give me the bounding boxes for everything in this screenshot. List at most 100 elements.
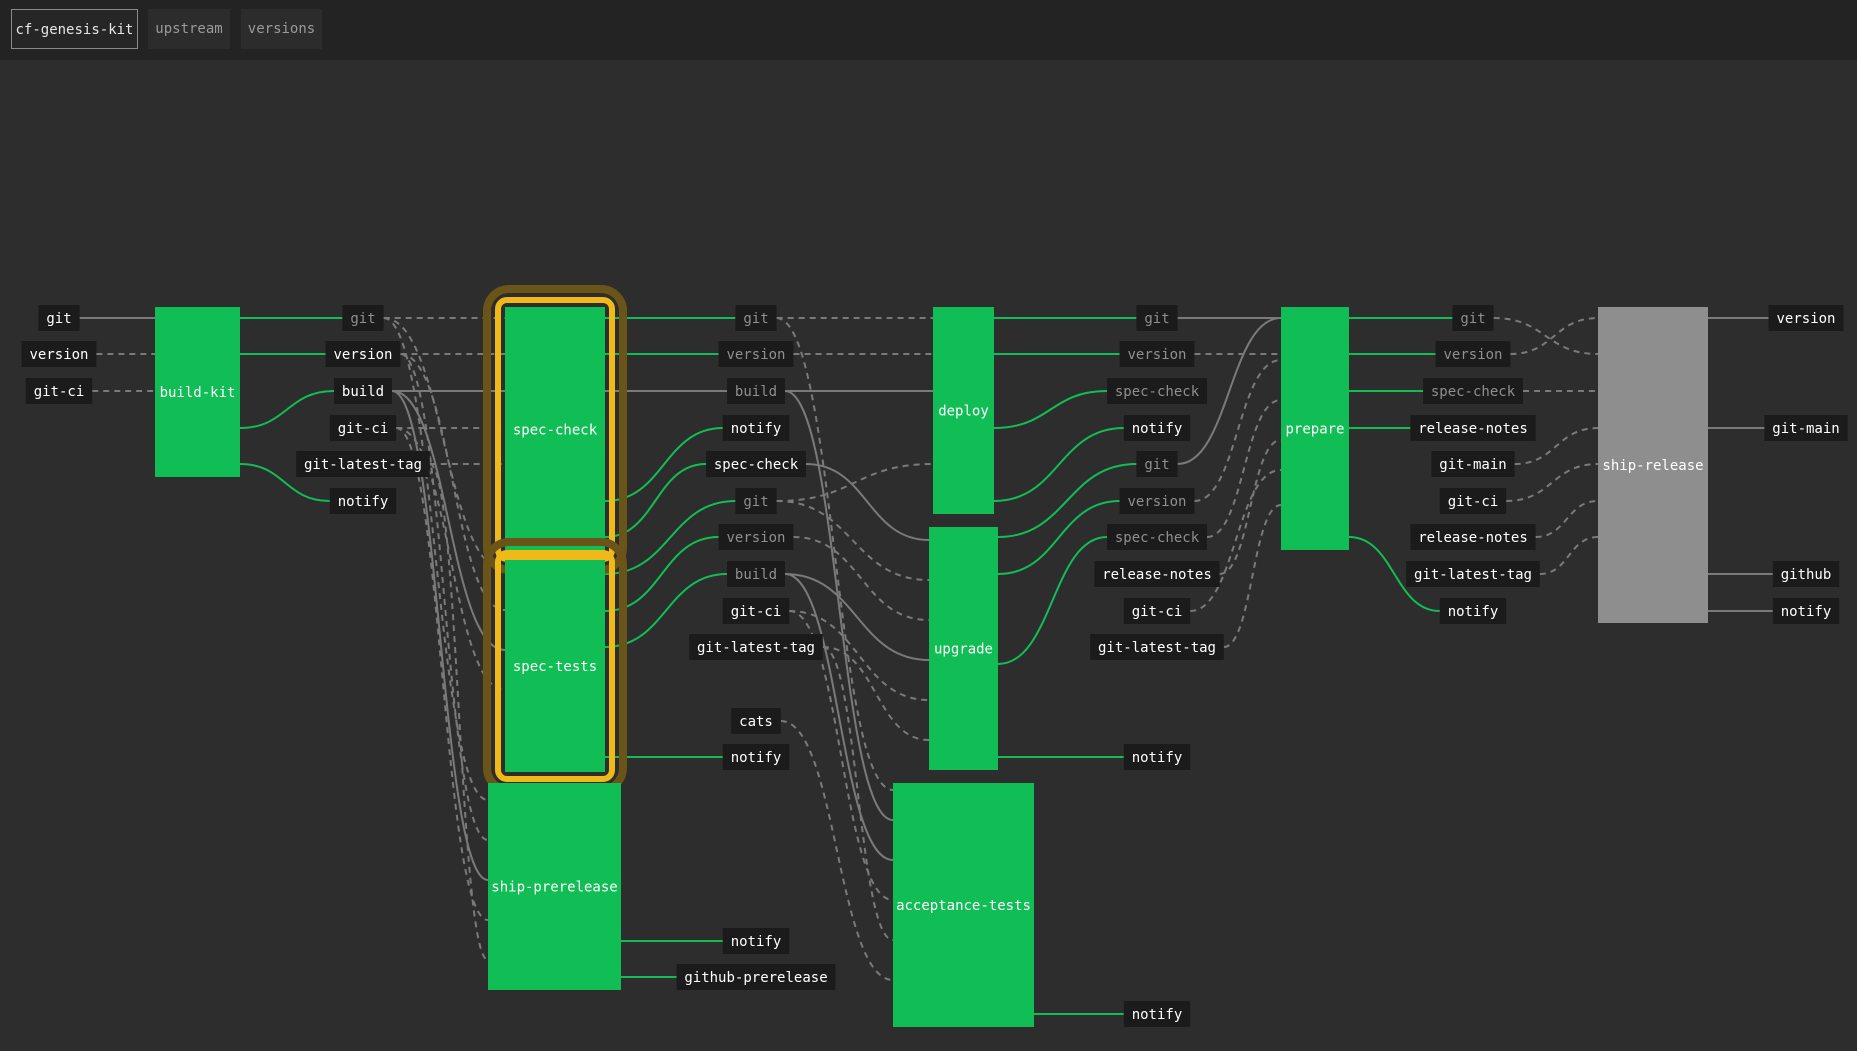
resource-label: git-ci — [1132, 604, 1183, 620]
resource-label: cats — [739, 714, 773, 730]
tab-upstream[interactable]: upstream — [148, 9, 230, 49]
job-build-kit[interactable]: build-kit — [155, 307, 240, 477]
resource-c2-spec-check[interactable]: spec-check — [706, 451, 806, 477]
job-acceptance-tests[interactable]: acceptance-tests — [893, 783, 1034, 1027]
resource-c1-git-ci[interactable]: git-ci — [329, 415, 397, 441]
resource-label: notify — [338, 494, 389, 510]
resource-c1-git-latest-tag[interactable]: git-latest-tag — [296, 451, 430, 477]
resource-label: version — [1776, 311, 1835, 327]
resource-c3-spec-check[interactable]: spec-check — [1107, 378, 1207, 404]
resource-label: notify — [731, 421, 782, 437]
resource-label: github-prerelease — [684, 970, 827, 986]
resource-c0-git[interactable]: git — [38, 305, 80, 331]
resource-label: git-ci — [34, 384, 85, 400]
resource-label: git — [350, 311, 375, 327]
resource-c2-notify[interactable]: notify — [722, 415, 790, 441]
resource-label: notify — [1781, 604, 1832, 620]
resource-c3-git-ci[interactable]: git-ci — [1123, 598, 1191, 624]
resource-c3-notify-c[interactable]: notify — [1123, 1001, 1191, 1027]
resource-c2-build-b[interactable]: build — [727, 561, 785, 587]
resource-c2-git-b[interactable]: git — [735, 488, 777, 514]
resource-label: version — [1443, 347, 1502, 363]
job-prepare[interactable]: prepare — [1281, 307, 1349, 550]
resource-label: notify — [1448, 604, 1499, 620]
edge-git-ci-ship-release — [1506, 463, 1599, 502]
job-label: upgrade — [934, 642, 993, 658]
resource-label: notify — [1132, 421, 1183, 437]
resource-label: version — [333, 347, 392, 363]
resource-c3-version[interactable]: version — [1119, 341, 1195, 367]
resource-c3-version-b[interactable]: version — [1119, 488, 1195, 514]
job-spec-check[interactable]: spec-check — [483, 285, 627, 574]
resource-c2-git[interactable]: git — [735, 305, 777, 331]
job-label: ship-prerelease — [491, 880, 617, 896]
resource-label: git — [743, 494, 768, 510]
resource-c3-git-latest-tag[interactable]: git-latest-tag — [1090, 634, 1224, 660]
resource-c1-version[interactable]: version — [325, 341, 401, 367]
resource-c2-build[interactable]: build — [727, 378, 785, 404]
resource-c2-git-ci[interactable]: git-ci — [722, 598, 790, 624]
resource-c2-notify-c[interactable]: notify — [722, 928, 790, 954]
resource-c2-github-prerelease[interactable]: github-prerelease — [676, 964, 836, 990]
resource-c0-version[interactable]: version — [21, 341, 97, 367]
resource-label: git-ci — [1448, 494, 1499, 510]
resource-label: spec-check — [1431, 384, 1516, 400]
resource-c1-git[interactable]: git — [342, 305, 384, 331]
resource-c4-release-notes[interactable]: release-notes — [1410, 415, 1536, 441]
job-label: build-kit — [160, 385, 236, 401]
resource-c5-git-main[interactable]: git-main — [1764, 415, 1848, 441]
job-spec-tests[interactable]: spec-tests — [483, 538, 627, 794]
resource-c5-notify[interactable]: notify — [1772, 598, 1840, 624]
resource-c0-git-ci[interactable]: git-ci — [25, 378, 93, 404]
edge-release-notes-ship-release — [1535, 500, 1599, 538]
resource-label: release-notes — [1418, 421, 1528, 437]
resource-c1-notify[interactable]: notify — [329, 488, 397, 514]
resource-c5-github[interactable]: github — [1772, 561, 1840, 587]
resource-c3-notify[interactable]: notify — [1123, 415, 1191, 441]
resource-label: git-main — [1772, 421, 1839, 437]
resource-label: git-latest-tag — [1098, 640, 1216, 656]
resource-c3-release-notes[interactable]: release-notes — [1094, 561, 1220, 587]
resource-c3-git[interactable]: git — [1136, 305, 1178, 331]
resource-c1-build[interactable]: build — [334, 378, 392, 404]
resource-label: git-latest-tag — [304, 457, 422, 473]
resource-c2-git-latest-tag[interactable]: git-latest-tag — [689, 634, 823, 660]
job-label: spec-check — [513, 423, 598, 439]
edge-build-kit-build — [239, 390, 335, 429]
job-label: spec-tests — [513, 659, 597, 675]
pipeline-graph[interactable]: build-kit spec-check spec-tests ship-prerel… — [0, 60, 1857, 1051]
resource-label: git — [743, 311, 768, 327]
resource-label: version — [1127, 347, 1186, 363]
job-ship-prerelease[interactable]: ship-prerelease — [488, 783, 621, 990]
resource-label: version — [29, 347, 88, 363]
job-ship-release[interactable]: ship-release — [1598, 307, 1708, 623]
job-label: acceptance-tests — [896, 898, 1031, 914]
resource-c2-version-b[interactable]: version — [718, 524, 794, 550]
resource-c4-git[interactable]: git — [1452, 305, 1494, 331]
resource-label: spec-check — [1115, 530, 1200, 546]
resource-c4-spec-check[interactable]: spec-check — [1423, 378, 1523, 404]
resource-c5-version[interactable]: version — [1768, 305, 1844, 331]
resource-label: version — [726, 530, 785, 546]
resource-c2-version[interactable]: version — [718, 341, 794, 367]
job-label: deploy — [938, 404, 989, 420]
job-upgrade[interactable]: upgrade — [929, 527, 998, 770]
resource-label: notify — [1132, 1007, 1183, 1023]
resource-c4-git-ci[interactable]: git-ci — [1439, 488, 1507, 514]
resource-c4-notify[interactable]: notify — [1439, 598, 1507, 624]
resource-c2-cats[interactable]: cats — [731, 708, 781, 734]
resource-c2-notify-b[interactable]: notify — [722, 744, 790, 770]
resource-c3-git-b[interactable]: git — [1136, 451, 1178, 477]
tab-versions[interactable]: versions — [241, 9, 322, 49]
resource-label: build — [735, 567, 777, 583]
resource-c4-git-main[interactable]: git-main — [1431, 451, 1515, 477]
tab-cf-genesis-kit[interactable]: cf-genesis-kit — [11, 9, 138, 49]
resource-label: spec-check — [1115, 384, 1200, 400]
resource-c4-git-latest-tag[interactable]: git-latest-tag — [1406, 561, 1540, 587]
resource-c3-spec-check-b[interactable]: spec-check — [1107, 524, 1207, 550]
resource-c4-version[interactable]: version — [1435, 341, 1511, 367]
resource-c3-notify-b[interactable]: notify — [1123, 744, 1191, 770]
resource-label: version — [726, 347, 785, 363]
job-deploy[interactable]: deploy — [933, 307, 994, 514]
resource-c4-release-notes-b[interactable]: release-notes — [1410, 524, 1536, 550]
